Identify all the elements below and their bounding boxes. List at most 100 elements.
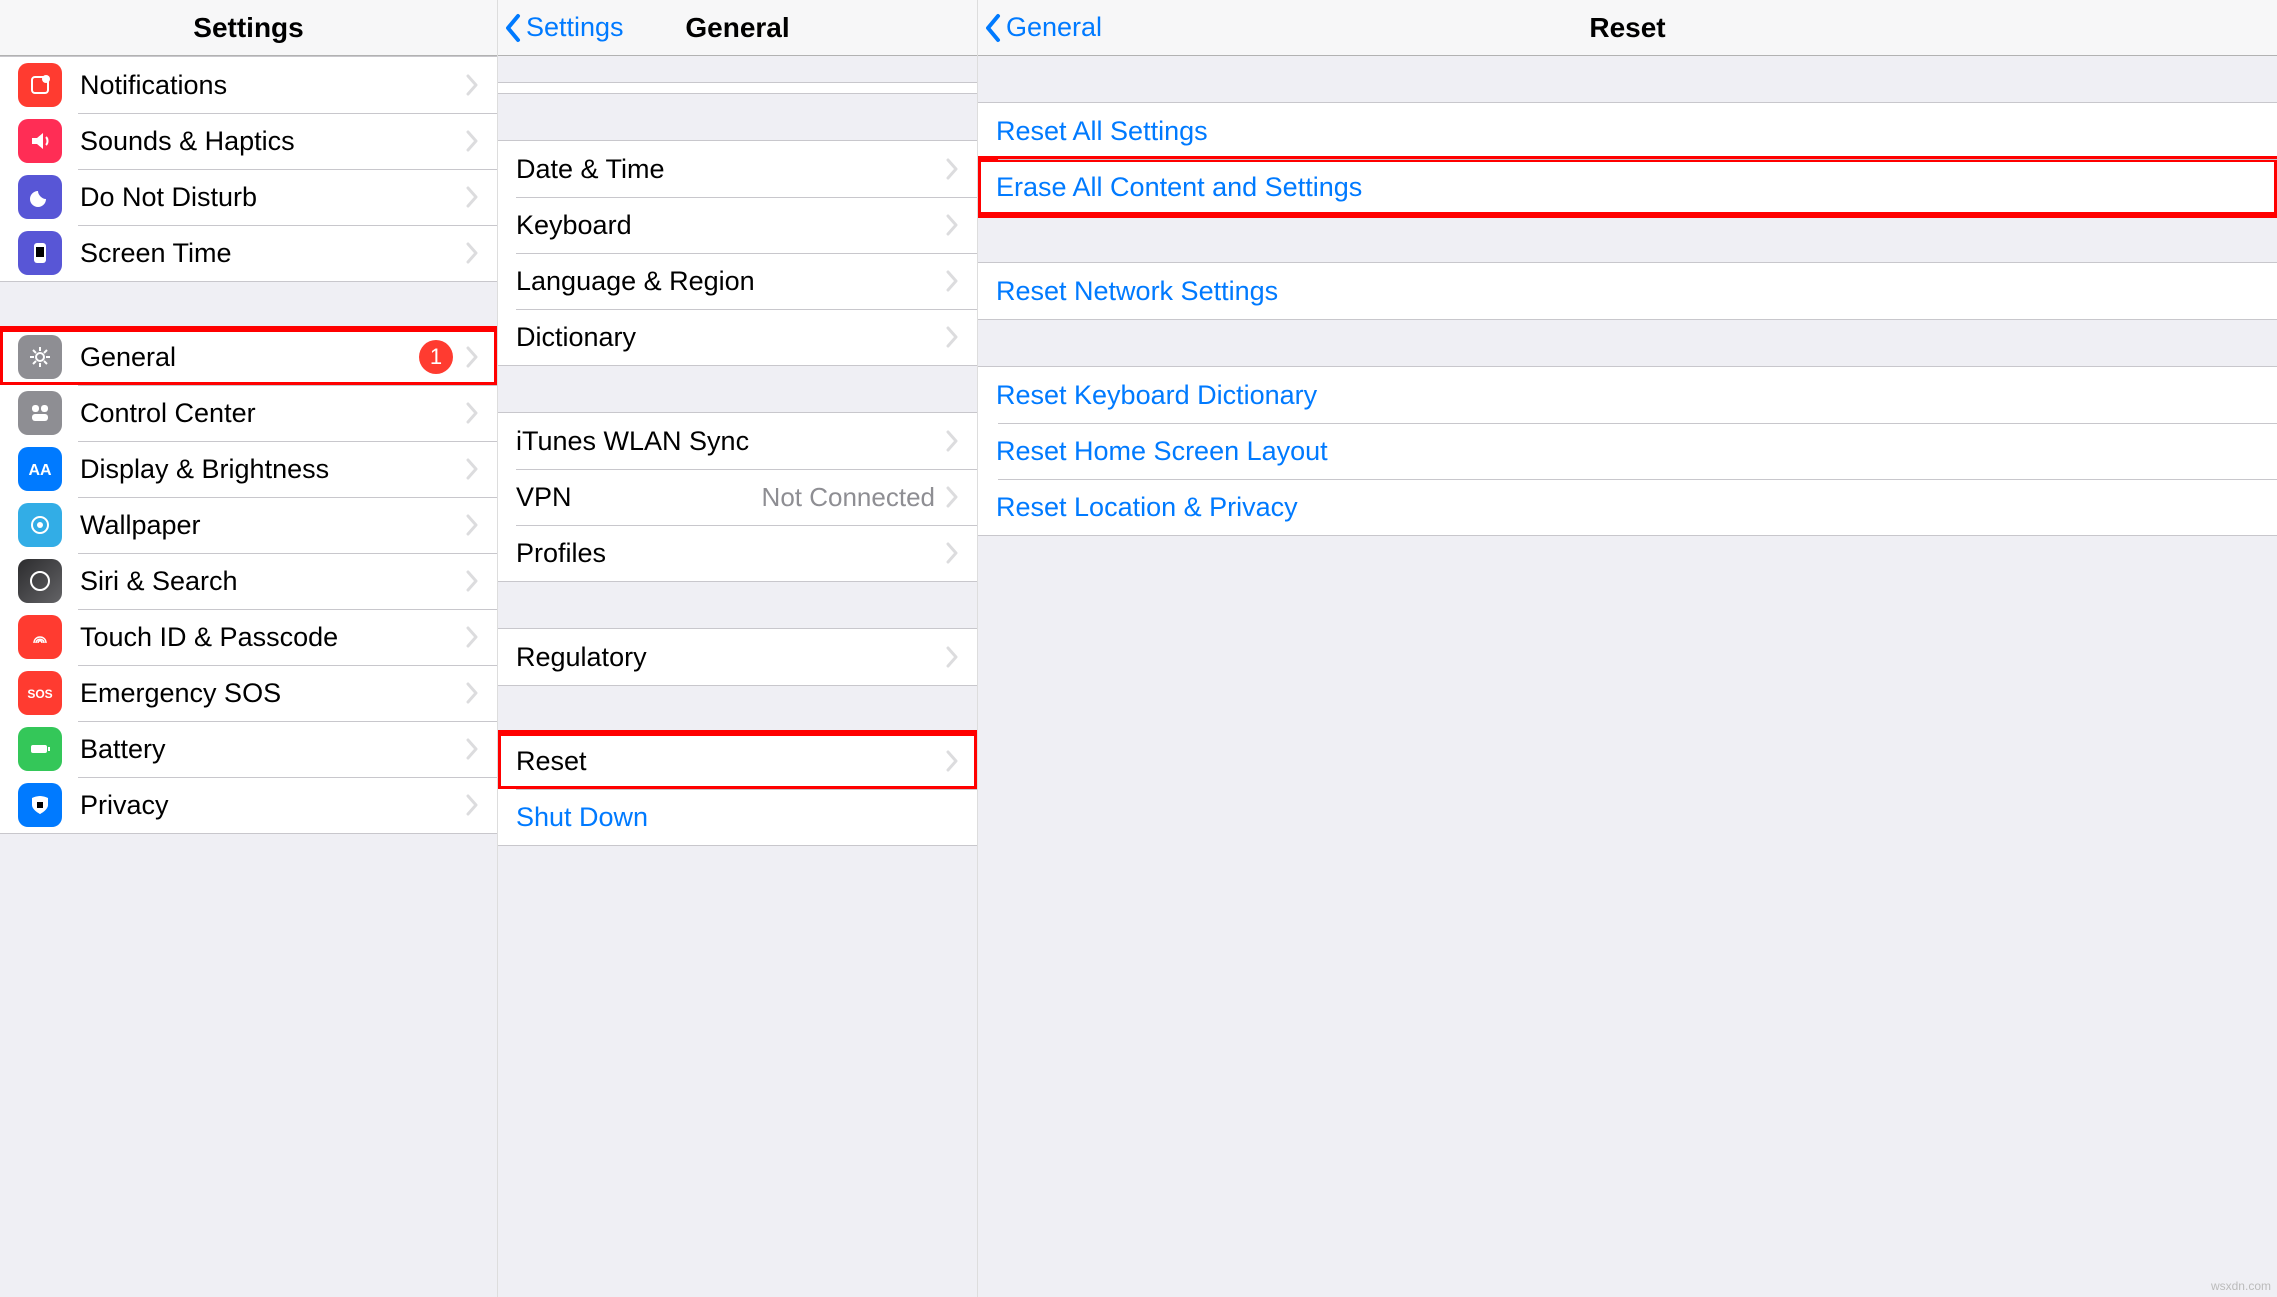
sos-icon: SOS <box>18 671 62 715</box>
row-label: Reset Home Screen Layout <box>996 436 2259 467</box>
touchid-icon <box>18 615 62 659</box>
row-label: Reset Keyboard Dictionary <box>996 380 2259 411</box>
chevron-right-icon <box>465 569 479 593</box>
chevron-right-icon <box>465 793 479 817</box>
settings-navbar: Settings <box>0 0 497 56</box>
siri-icon <box>18 559 62 603</box>
settings-row-sounds-haptics[interactable]: Sounds & Haptics <box>0 113 497 169</box>
row-label: Battery <box>80 734 465 765</box>
reset-title: Reset <box>978 12 2277 44</box>
general-row-regulatory[interactable]: Regulatory <box>498 629 977 685</box>
row-label: Erase All Content and Settings <box>996 172 2259 203</box>
row-label: Touch ID & Passcode <box>80 622 465 653</box>
settings-row-do-not-disturb[interactable]: Do Not Disturb <box>0 169 497 225</box>
reset-row-reset-keyboard-dictionary[interactable]: Reset Keyboard Dictionary <box>978 367 2277 423</box>
reset-group: Reset All Settings Erase All Content and … <box>978 102 2277 216</box>
general-list: Date & Time Keyboard Language & Region Dict… <box>498 56 977 846</box>
chevron-right-icon <box>945 749 959 773</box>
row-label: General <box>80 342 419 373</box>
row-detail: Not Connected <box>762 482 935 513</box>
settings-list: Notifications Sounds & Haptics Do Not Dist… <box>0 56 497 834</box>
general-row-language-region[interactable]: Language & Region <box>498 253 977 309</box>
chevron-right-icon <box>465 73 479 97</box>
row-label: Reset Network Settings <box>996 276 2259 307</box>
settings-row-general[interactable]: General1 <box>0 329 497 385</box>
row-label: Keyboard <box>516 210 945 241</box>
settings-row-emergency-sos[interactable]: SOSEmergency SOS <box>0 665 497 721</box>
chevron-right-icon <box>945 157 959 181</box>
reset-panel: General Reset Reset All Settings Erase Al… <box>978 0 2277 1297</box>
row-label: Shut Down <box>516 802 959 833</box>
settings-row-battery[interactable]: Battery <box>0 721 497 777</box>
reset-row-reset-all-settings[interactable]: Reset All Settings <box>978 103 2277 159</box>
row-label: Reset <box>516 746 945 777</box>
general-row-shut-down[interactable]: Shut Down <box>498 789 977 845</box>
settings-row-siri-search[interactable]: Siri & Search <box>0 553 497 609</box>
general-row-date-time[interactable]: Date & Time <box>498 141 977 197</box>
row-label: Control Center <box>80 398 465 429</box>
chevron-right-icon <box>465 345 479 369</box>
back-to-general[interactable]: General <box>978 12 1102 43</box>
row-label: Wallpaper <box>80 510 465 541</box>
general-group: Reset Shut Down <box>498 732 977 846</box>
top-gap <box>498 56 977 82</box>
group-spacer <box>0 282 497 328</box>
chevron-right-icon <box>465 681 479 705</box>
general-group: iTunes WLAN SyncVPNNot ConnectedProfiles <box>498 412 977 582</box>
settings-row-privacy[interactable]: Privacy <box>0 777 497 833</box>
chevron-right-icon <box>945 269 959 293</box>
general-row-vpn[interactable]: VPNNot Connected <box>498 469 977 525</box>
chevron-right-icon <box>945 429 959 453</box>
row-label: Siri & Search <box>80 566 465 597</box>
notifications-icon <box>18 63 62 107</box>
dnd-icon <box>18 175 62 219</box>
row-label: Screen Time <box>80 238 465 269</box>
controlcenter-icon <box>18 391 62 435</box>
reset-row-reset-home-screen-layout[interactable]: Reset Home Screen Layout <box>978 423 2277 479</box>
row-label: Regulatory <box>516 642 945 673</box>
sounds-icon <box>18 119 62 163</box>
privacy-icon <box>18 783 62 827</box>
row-label: VPN <box>516 482 762 513</box>
general-group-top <box>498 82 977 94</box>
chevron-right-icon <box>945 213 959 237</box>
general-row-reset[interactable]: Reset <box>498 733 977 789</box>
settings-row-notifications[interactable]: Notifications <box>0 57 497 113</box>
general-group: Date & Time Keyboard Language & Region Dict… <box>498 140 977 366</box>
row-label: Dictionary <box>516 322 945 353</box>
settings-row-control-center[interactable]: Control Center <box>0 385 497 441</box>
chevron-right-icon <box>465 625 479 649</box>
group-spacer <box>978 320 2277 366</box>
row-label: iTunes WLAN Sync <box>516 426 945 457</box>
badge: 1 <box>419 340 453 374</box>
general-row-keyboard[interactable]: Keyboard <box>498 197 977 253</box>
settings-row-touch-id-passcode[interactable]: Touch ID & Passcode <box>0 609 497 665</box>
chevron-right-icon <box>465 185 479 209</box>
row-label: Date & Time <box>516 154 945 185</box>
general-row-dictionary[interactable]: Dictionary <box>498 309 977 365</box>
settings-group: Notifications Sounds & Haptics Do Not Dist… <box>0 56 497 282</box>
settings-row-display-brightness[interactable]: AADisplay & Brightness <box>0 441 497 497</box>
reset-row-erase-all-content-and-settings[interactable]: Erase All Content and Settings <box>978 159 2277 215</box>
settings-group: General1 Control Center AADisplay & Bright… <box>0 328 497 834</box>
reset-row-reset-network-settings[interactable]: Reset Network Settings <box>978 263 2277 319</box>
settings-row-wallpaper[interactable]: Wallpaper <box>0 497 497 553</box>
chevron-left-icon <box>504 13 522 43</box>
general-panel: Settings General Date & TimeKeyboardLang… <box>498 0 978 1297</box>
chevron-right-icon <box>465 513 479 537</box>
settings-panel: Settings Notifications Sounds & Haptics Do… <box>0 0 498 1297</box>
row-label: Reset All Settings <box>996 116 2259 147</box>
settings-row-screen-time[interactable]: Screen Time <box>0 225 497 281</box>
row-label: Notifications <box>80 70 465 101</box>
back-to-settings[interactable]: Settings <box>498 12 624 43</box>
general-row-itunes-wlan-sync[interactable]: iTunes WLAN Sync <box>498 413 977 469</box>
row-label: Sounds & Haptics <box>80 126 465 157</box>
display-icon: AA <box>18 447 62 491</box>
chevron-right-icon <box>945 485 959 509</box>
chevron-left-icon <box>984 13 1002 43</box>
row-label: Reset Location & Privacy <box>996 492 2259 523</box>
group-spacer <box>498 94 977 140</box>
row-label: Do Not Disturb <box>80 182 465 213</box>
reset-row-reset-location-privacy[interactable]: Reset Location & Privacy <box>978 479 2277 535</box>
general-row-profiles[interactable]: Profiles <box>498 525 977 581</box>
